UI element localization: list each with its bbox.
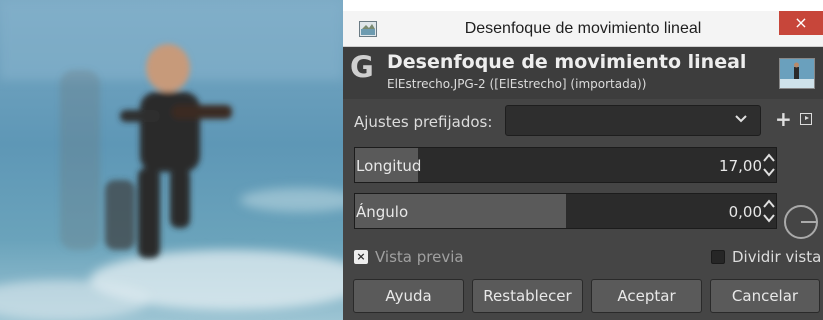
cancel-button[interactable]: Cancelar [710,279,820,313]
title-bar: Desenfoque de movimiento lineal × [343,11,823,47]
presets-row: Ajustes prefijados: + [343,103,823,139]
gimp-logo-icon: G [350,50,374,84]
preview-label[interactable]: Vista previa [375,248,464,266]
angle-label: Ángulo [356,203,409,221]
angle-spinscale[interactable]: Ángulo 0,00 [354,193,777,229]
preview-options-row: × Vista previa Dividir vista [343,247,823,271]
preview-checkbox[interactable]: × [354,250,368,264]
length-stepper-icon[interactable] [762,150,776,180]
split-view-checkbox[interactable] [711,250,725,264]
close-button[interactable]: × [779,11,823,35]
presets-dropdown[interactable] [505,105,761,136]
motion-blur-dialog: Desenfoque de movimiento lineal × G Dese… [343,11,823,320]
reset-button[interactable]: Restablecer [472,279,583,313]
length-spinscale[interactable]: Longitud 17,00 [354,147,777,183]
angle-value: 0,00 [728,203,762,221]
presets-label: Ajustes prefijados: [354,113,493,131]
angle-stepper-icon[interactable] [762,196,776,226]
add-preset-button[interactable]: + [775,108,792,130]
dialog-heading: Desenfoque de movimiento lineal [387,51,747,73]
image-thumbnail [779,58,815,89]
presets-menu-button[interactable] [800,113,812,125]
chevron-down-icon [735,115,747,123]
image-source-label: ElEstrecho.JPG-2 ([ElEstrecho] (importad… [387,77,647,91]
length-label: Longitud [356,157,422,175]
help-button[interactable]: Ayuda [353,279,464,313]
split-view-label[interactable]: Dividir vista [732,248,821,266]
window-title: Desenfoque de movimiento lineal [464,20,702,37]
ok-button[interactable]: Aceptar [591,279,702,313]
angle-dial-icon[interactable] [784,205,818,239]
blurred-photo-preview [0,0,343,320]
length-value: 17,00 [719,157,762,175]
dialog-header: G Desenfoque de movimiento lineal ElEstr… [343,47,823,99]
